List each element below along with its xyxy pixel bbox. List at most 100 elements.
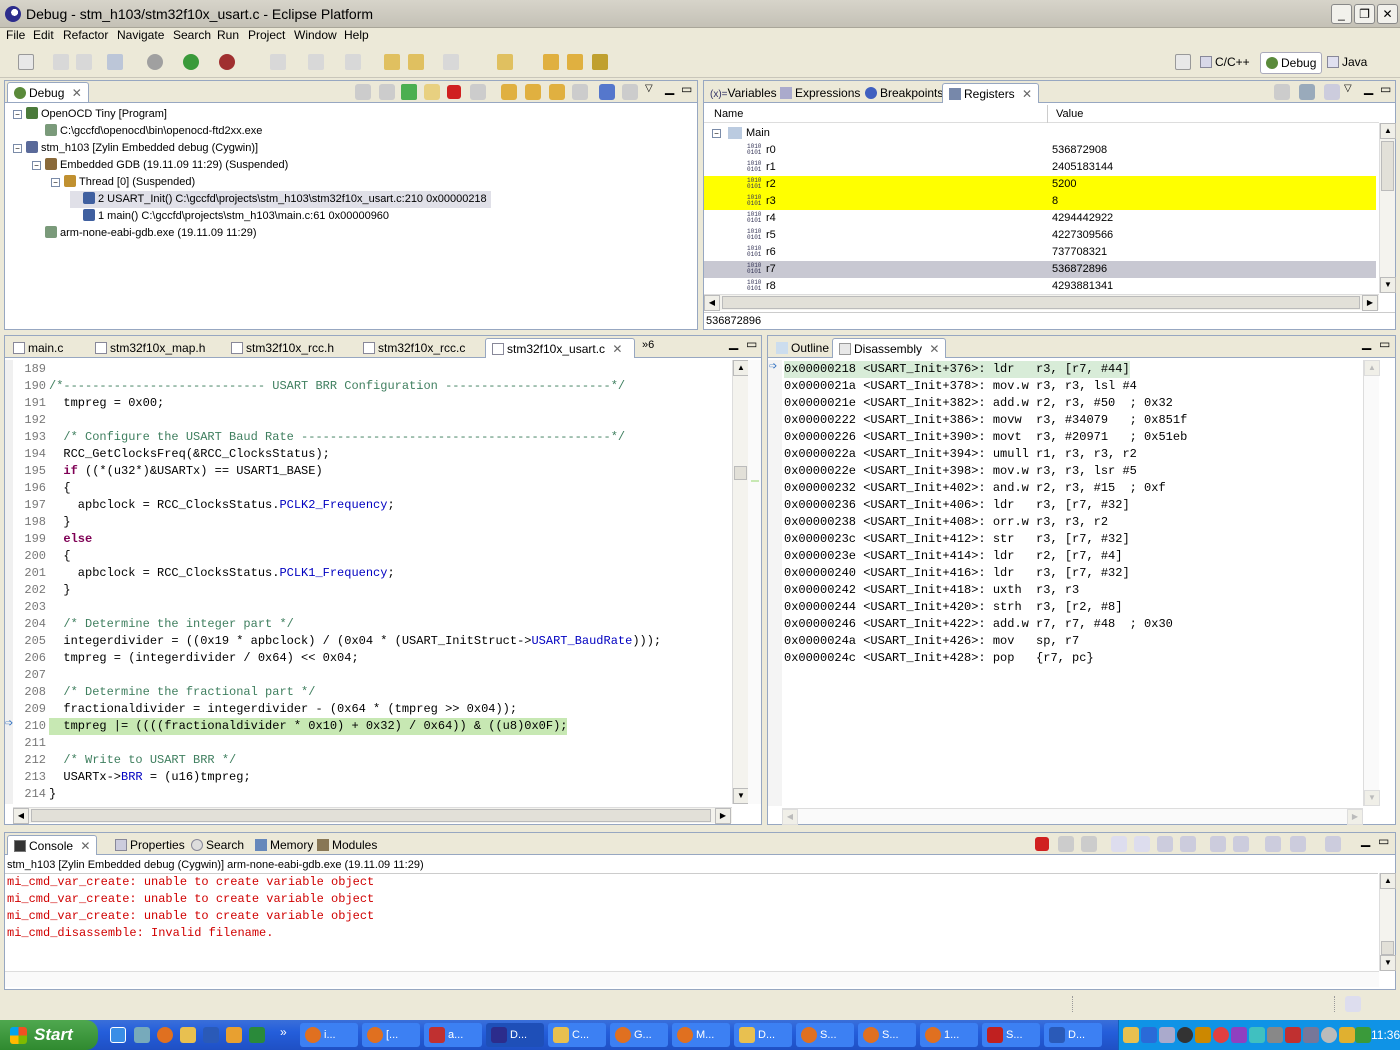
menu-search[interactable]: Search	[168, 28, 216, 42]
close-icon[interactable]: ✕	[929, 342, 939, 356]
taskbar-item[interactable]: 1...	[920, 1023, 978, 1047]
disassembly-line[interactable]: 0x0000021e <USART_Init+382>: add.w r2, r…	[784, 395, 1173, 412]
column-value[interactable]: Value	[1056, 108, 1083, 120]
tab-main-c[interactable]: main.c	[7, 338, 89, 358]
register-row[interactable]: 1010 0101 r2 5200	[704, 176, 1376, 193]
excel-icon[interactable]	[249, 1027, 265, 1043]
network-icon[interactable]	[1267, 1027, 1283, 1043]
scroll-right-icon[interactable]: ▶	[1362, 295, 1378, 311]
disassembly-hscroll[interactable]: ◀ ▶	[782, 808, 1363, 825]
scroll-up-icon[interactable]: ▲	[1380, 873, 1396, 889]
tools-icon[interactable]	[592, 54, 608, 70]
window-titlebar[interactable]: Debug - stm_h103/stm32f10x_usart.c - Ecl…	[0, 0, 1400, 28]
menu-run[interactable]: Run	[212, 28, 244, 42]
debug-tree-item[interactable]: C:\gccfd\openocd\bin\openocd-ftd2xx.exe	[32, 123, 262, 140]
disassembly-line[interactable]: 0x00000244 <USART_Init+420>: strh r3, [r…	[784, 599, 1122, 616]
taskbar-item[interactable]: M...	[672, 1023, 730, 1047]
disassembly-line[interactable]: 0x0000022a <USART_Init+394>: umull r1, r…	[784, 446, 1137, 463]
taskbar-item[interactable]: [...	[362, 1023, 420, 1047]
maximize-view-icon[interactable]: ▭	[681, 82, 692, 96]
remove-launch-icon[interactable]	[1058, 836, 1074, 852]
open-type-icon[interactable]	[497, 54, 513, 70]
minimize-view-icon[interactable]: ▁	[1361, 833, 1370, 847]
menu-edit[interactable]: Edit	[28, 28, 59, 42]
console-output[interactable]: mi_cmd_var_create: unable to create vari…	[5, 873, 1378, 971]
tray-icon[interactable]	[1231, 1027, 1247, 1043]
tab-properties[interactable]: Properties	[109, 835, 191, 855]
scroll-up-icon[interactable]: ▲	[733, 360, 749, 376]
quicklaunch-icon[interactable]	[226, 1027, 242, 1043]
clear-console-icon[interactable]	[1111, 836, 1127, 852]
collapse-icon[interactable]: −	[13, 110, 22, 119]
open-perspective-icon[interactable]	[1175, 54, 1191, 70]
editor-vscroll[interactable]: ▲ ▼	[732, 360, 749, 804]
taskbar-item[interactable]: D...	[1044, 1023, 1102, 1047]
scroll-down-icon[interactable]: ▼	[733, 788, 749, 804]
debug-tree-item[interactable]: − Thread [0] (Suspended)	[51, 174, 195, 191]
tray-icon[interactable]	[1159, 1027, 1175, 1043]
tray-icon[interactable]	[1303, 1027, 1319, 1043]
collapse-icon[interactable]: −	[51, 178, 60, 187]
register-row[interactable]: 1010 0101 r0 536872908	[704, 142, 1376, 159]
taskbar-item[interactable]: S...	[796, 1023, 854, 1047]
folder-icon[interactable]	[180, 1027, 196, 1043]
terminate-icon[interactable]	[447, 85, 461, 99]
collapse-icon[interactable]: −	[32, 161, 41, 170]
tab-memory[interactable]: Memory	[249, 835, 319, 855]
perspective-debug[interactable]: Debug	[1260, 52, 1323, 74]
forward-icon[interactable]	[443, 54, 459, 70]
register-group-main[interactable]: − Main	[704, 125, 1376, 142]
restore-button[interactable]: ❐	[1354, 4, 1375, 24]
binary-icon[interactable]	[107, 54, 123, 70]
start-button[interactable]: Start	[0, 1020, 98, 1050]
new-console-icon[interactable]	[1325, 836, 1341, 852]
taskbar-item[interactable]: D...	[486, 1023, 544, 1047]
scroll-down-icon[interactable]: ▼	[1364, 790, 1380, 806]
scroll-left-icon[interactable]: ◀	[782, 809, 798, 825]
tray-icon[interactable]	[1355, 1027, 1371, 1043]
scroll-thumb[interactable]	[722, 296, 1360, 309]
fast-view-icon[interactable]	[1345, 996, 1361, 1012]
tab-stm32f10x-rcc-h[interactable]: stm32f10x_rcc.h	[225, 338, 357, 358]
minimize-view-icon[interactable]: ▁	[1362, 336, 1371, 350]
open-file-icon[interactable]	[567, 54, 583, 70]
column-name[interactable]: Name	[714, 108, 743, 120]
register-row[interactable]: 1010 0101 r1 2405183144	[704, 159, 1376, 176]
show-on-output-icon[interactable]	[1157, 836, 1173, 852]
column-divider[interactable]	[1047, 105, 1048, 123]
pin-console-icon[interactable]	[1210, 836, 1226, 852]
disassembly-line[interactable]: 0x00000246 <USART_Init+422>: add.w r7, r…	[784, 616, 1173, 633]
register-row[interactable]: 1010 0101 r8 4293881341	[704, 278, 1376, 294]
view-menu-icon[interactable]: ▽	[1344, 83, 1352, 94]
run-icon[interactable]	[183, 54, 199, 70]
menu-help[interactable]: Help	[339, 28, 374, 42]
scroll-thumb[interactable]	[1381, 141, 1394, 191]
add-register-group-icon[interactable]	[1299, 84, 1315, 100]
minimize-view-icon[interactable]: ▁	[665, 81, 674, 95]
scroll-left-icon[interactable]: ◀	[704, 295, 720, 311]
suspend-icon[interactable]	[424, 84, 440, 100]
registers-vscroll[interactable]: ▲ ▼	[1379, 123, 1396, 293]
tab-breakpoints[interactable]: Breakpoints	[859, 83, 949, 103]
disassembly-listing[interactable]: 0x00000218 <USART_Init+376>: ldr r3, [r7…	[768, 361, 1363, 805]
quicklaunch-icon[interactable]	[110, 1027, 126, 1043]
maximize-view-icon[interactable]: ▭	[746, 337, 757, 351]
tab-stm32f10x-usart-c[interactable]: stm32f10x_usart.c ✕	[485, 338, 635, 358]
collapse-icon[interactable]: −	[712, 129, 721, 138]
register-row[interactable]: 1010 0101 r5 4227309566	[704, 227, 1376, 244]
editor-hscroll[interactable]: ◀ ▶	[13, 807, 732, 824]
scroll-thumb[interactable]	[1381, 941, 1394, 955]
taskbar-item[interactable]: S...	[982, 1023, 1040, 1047]
disassembly-line[interactable]: 0x0000021a <USART_Init+378>: mov.w r3, r…	[784, 378, 1137, 395]
tab-expressions[interactable]: Expressions	[774, 83, 866, 103]
tray-icon[interactable]	[1249, 1027, 1265, 1043]
menu-refactor[interactable]: Refactor	[58, 28, 113, 42]
taskbar-item[interactable]: a...	[424, 1023, 482, 1047]
menu-project[interactable]: Project	[243, 28, 290, 42]
close-icon[interactable]: ✕	[612, 342, 622, 356]
tray-icon[interactable]	[1123, 1027, 1139, 1043]
code-editor[interactable]: 189 190/*---------------------------- USA…	[5, 361, 732, 804]
print-icon[interactable]	[76, 54, 92, 70]
tab-search[interactable]: Search	[185, 835, 250, 855]
more-quicklaunch-icon[interactable]: »	[280, 1025, 287, 1039]
